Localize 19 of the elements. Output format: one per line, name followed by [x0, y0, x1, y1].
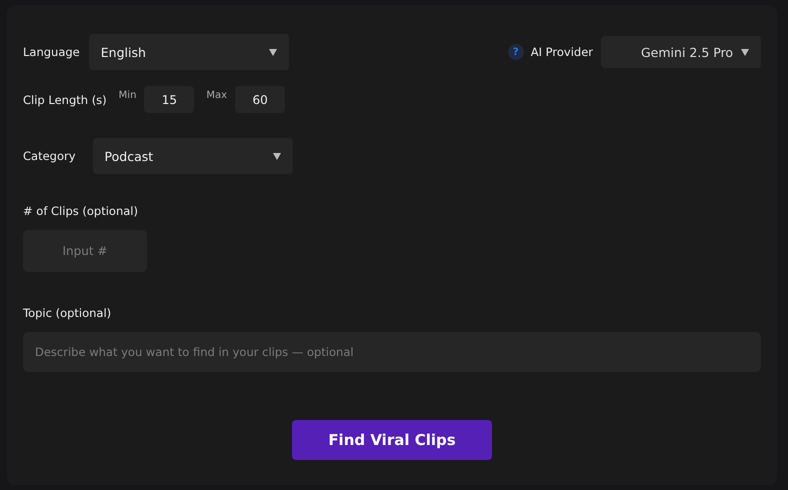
caret-icon: [268, 48, 277, 56]
min-label: Min: [118, 90, 136, 101]
ai-provider-label: AI Provider: [530, 45, 593, 59]
max-input[interactable]: 60: [235, 86, 286, 113]
ai-provider-dropdown[interactable]: Gemini 2.5 Pro: [601, 36, 761, 68]
language-dropdown[interactable]: English: [88, 34, 289, 70]
clip-length-label: Clip Length (s): [23, 92, 107, 106]
category-label: Category: [23, 149, 76, 163]
topic-label: Topic (optional): [23, 306, 112, 320]
category-dropdown[interactable]: Podcast: [92, 138, 293, 174]
min-input[interactable]: 15: [144, 86, 194, 113]
clip-count-input[interactable]: Input #: [23, 230, 147, 272]
clip-count-label: # of Clips (optional): [23, 204, 138, 218]
caret-icon: [741, 48, 749, 56]
topic-input[interactable]: Describe what you want to find in your clips — optional: [23, 332, 761, 372]
max-label: Max: [206, 90, 228, 101]
caret-icon: [272, 152, 281, 160]
find-viral-clips-button[interactable]: Find Viral Clips: [292, 420, 492, 460]
language-label: Language: [23, 45, 80, 59]
